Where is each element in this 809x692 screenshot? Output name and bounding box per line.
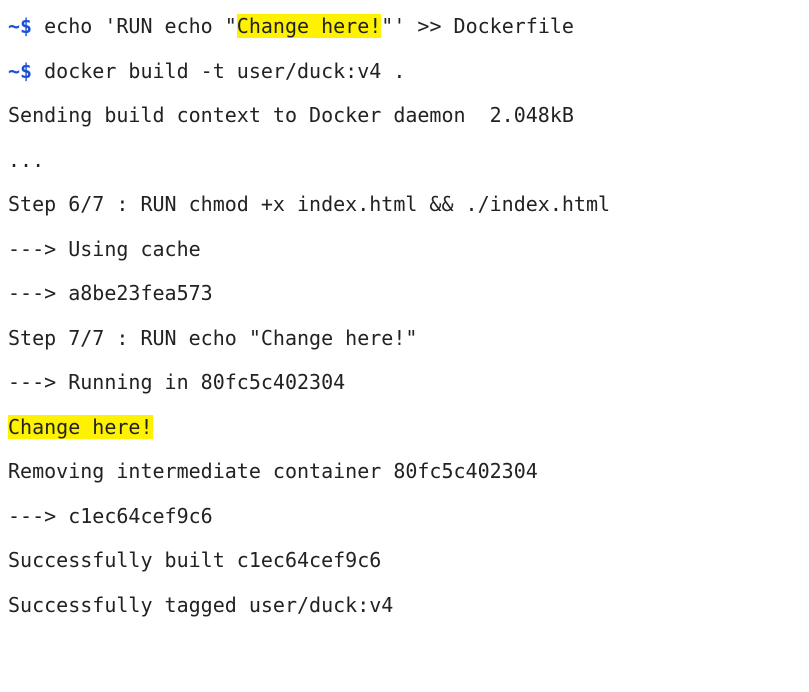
output-line: Sending build context to Docker daemon 2…	[8, 103, 574, 127]
output-line: ---> a8be23fea573	[8, 281, 213, 305]
output-line-highlighted: Change here!	[8, 405, 809, 450]
highlighted-text: Change here!	[8, 414, 153, 439]
command-text: "' >> Dockerfile	[381, 14, 574, 38]
command-text: echo 'RUN echo "	[32, 14, 237, 38]
output-line: Removing intermediate container 80fc5c40…	[8, 459, 538, 483]
command-line-build: ~$ docker build -t user/duck:v4 .	[8, 49, 809, 94]
shell-prompt: ~$	[8, 58, 33, 83]
output-line: Successfully built c1ec64cef9c6	[8, 548, 382, 572]
output-line: ---> Using cache	[8, 236, 201, 261]
output-line: Step 7/7 : RUN echo "Change here!"	[8, 325, 418, 350]
highlighted-text: Change here!	[236, 14, 382, 38]
command-line-echo: ~$ echo 'RUN echo "Change here!"' >> Doc…	[8, 4, 809, 49]
terminal-output: ~$ echo 'RUN echo "Change here!"' >> Doc…	[0, 0, 809, 692]
output-line: ...	[8, 147, 45, 172]
output-line: ---> c1ec64cef9c6	[8, 503, 213, 528]
output-line: ---> Running in 80fc5c402304	[8, 370, 346, 394]
output-line: Step 6/7 : RUN chmod +x index.html && ./…	[8, 192, 611, 216]
command-text: docker build -t user/duck:v4 .	[32, 58, 406, 83]
shell-prompt: ~$	[8, 14, 33, 38]
output-line: Successfully tagged user/duck:v4	[8, 592, 394, 617]
